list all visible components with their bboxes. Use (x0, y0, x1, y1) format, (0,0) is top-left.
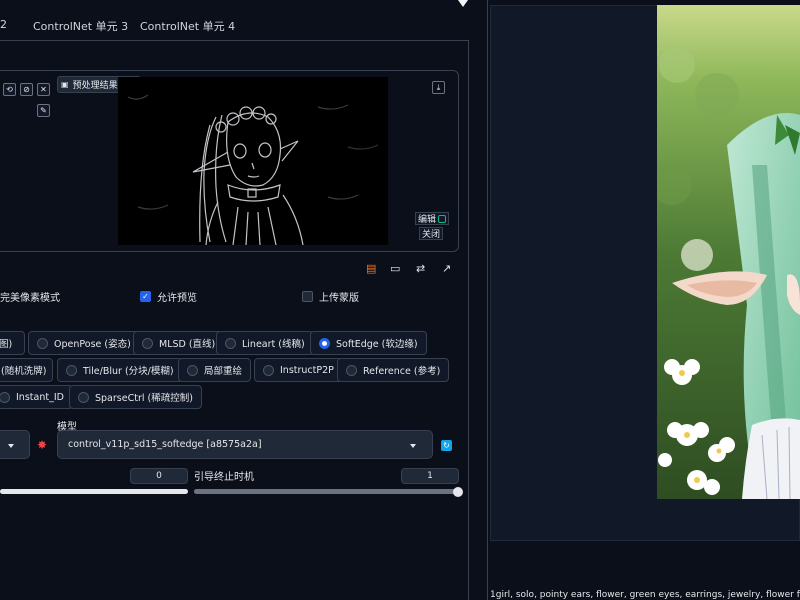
tab-unit-2[interactable]: 2 (0, 18, 7, 31)
starting-step-slider-fill (0, 489, 188, 494)
control-type-label: SoftEdge (软边缘) (336, 339, 418, 350)
camera-icon[interactable]: ▭ (390, 262, 400, 275)
tab-unit-4[interactable]: ControlNet 单元 4 (140, 18, 235, 34)
chevron-down-icon (8, 444, 14, 448)
control-type-radio[interactable] (225, 337, 236, 349)
refresh-models-icon[interactable]: ↻ (441, 440, 452, 451)
preprocessor-select[interactable] (0, 430, 30, 459)
close-button[interactable]: 关闭 (419, 227, 444, 240)
control-type-radio[interactable] (0, 391, 10, 403)
control-type-radio[interactable] (187, 364, 198, 376)
control-type-label: MLSD (直线) (159, 339, 216, 350)
pixel-perfect-label: 完美像素模式 (0, 293, 60, 304)
control-type-radio[interactable] (66, 364, 77, 376)
control-type-label: Reference (参考) (363, 366, 441, 377)
upload-mask-label: 上传蒙版 (319, 293, 359, 304)
control-type-label: SparseCtrl (稀疏控制) (95, 393, 193, 404)
control-type-option[interactable]: Lineart (线稿) (216, 331, 314, 355)
clear-icon[interactable]: ✕ (37, 83, 50, 96)
control-type-option[interactable]: Instant_ID (0, 385, 73, 409)
preprocessor-preview-image (118, 77, 388, 245)
document-icon[interactable]: ▤ (366, 262, 376, 275)
ending-control-step-input[interactable]: 1 (401, 468, 459, 484)
control-type-label: InstructP2P (280, 364, 334, 376)
control-type-option[interactable]: SparseCtrl (稀疏控制) (69, 385, 202, 409)
panel-divider (487, 0, 488, 600)
collapse-arrow-icon[interactable] (458, 0, 468, 7)
control-type-option[interactable]: (随机洗牌) (0, 358, 53, 382)
control-type-option[interactable]: 图) (0, 331, 25, 355)
control-type-radio[interactable] (346, 364, 357, 376)
control-type-option[interactable]: OpenPose (姿态) (28, 331, 140, 355)
control-type-label: (随机洗牌) (1, 366, 47, 377)
edit-button[interactable]: 编辑 (415, 212, 450, 225)
control-type-option[interactable]: Reference (参考) (337, 358, 450, 382)
control-type-option[interactable]: MLSD (直线) (133, 331, 225, 355)
ending-step-slider-thumb[interactable] (453, 487, 463, 497)
ending-control-step-label: 引导终止时机 (194, 472, 254, 483)
control-type-label: OpenPose (姿态) (54, 339, 131, 350)
pixel-perfect-option[interactable]: 完美像素模式 (0, 289, 60, 304)
control-type-radio[interactable] (142, 337, 153, 349)
control-weight-start-input[interactable]: 0 (130, 468, 188, 484)
brush-icon[interactable]: ⊘ (20, 83, 33, 96)
allow-preview-checkbox[interactable]: ✓ (140, 291, 151, 302)
control-type-label: Instant_ID (16, 391, 64, 403)
control-type-option[interactable]: InstructP2P (254, 358, 343, 382)
upload-mask-checkbox[interactable] (302, 291, 313, 302)
send-dimensions-icon[interactable]: ↗ (442, 262, 451, 275)
close-button-label: 关闭 (422, 230, 441, 240)
pen-icon[interactable]: ✎ (37, 104, 50, 117)
edit-button-label: 编辑 (418, 215, 437, 225)
swap-icon[interactable]: ⇄ (416, 262, 425, 275)
start-value: 0 (156, 471, 162, 481)
control-type-radio[interactable] (37, 337, 48, 349)
control-type-label: Tile/Blur (分块/模糊) (83, 366, 174, 377)
download-icon[interactable]: ⤓ (432, 81, 445, 94)
tab-unit-3[interactable]: ControlNet 单元 3 (33, 18, 128, 34)
generated-elf-girl-image (657, 5, 800, 499)
allow-preview-option[interactable]: ✓ 允许预览 (140, 289, 197, 304)
controlnet-panel: 2 ControlNet 单元 3 ControlNet 单元 4 ⟲ ⊘ ✕ … (0, 0, 480, 600)
run-preprocessor-icon[interactable]: ✸ (37, 438, 47, 452)
model-select-value: control_v11p_sd15_softedge [a8575a2a] (68, 439, 262, 450)
control-type-option[interactable]: 局部重绘 (178, 358, 252, 382)
image-icon: ▣ (61, 80, 69, 89)
chevron-down-icon (410, 444, 416, 448)
control-type-radio[interactable] (78, 391, 89, 403)
control-type-label: 图) (0, 339, 13, 350)
control-type-radio-selected[interactable] (319, 337, 330, 349)
undo-icon[interactable]: ⟲ (3, 83, 16, 96)
softedge-lineart-image (118, 77, 388, 245)
generated-image[interactable] (657, 5, 800, 499)
control-type-label: Lineart (线稿) (242, 339, 305, 350)
upload-mask-option[interactable]: 上传蒙版 (302, 289, 359, 304)
allow-preview-label: 允许预览 (157, 293, 197, 304)
model-select[interactable]: control_v11p_sd15_softedge [a8575a2a] (57, 430, 433, 459)
control-type-radio[interactable] (263, 364, 274, 376)
control-type-label: 局部重绘 (204, 366, 243, 377)
end-value: 1 (427, 471, 433, 481)
control-type-option[interactable]: Tile/Blur (分块/模糊) (57, 358, 183, 382)
control-type-option-selected[interactable]: SoftEdge (软边缘) (310, 331, 427, 355)
prompt-text: 1girl, solo, pointy ears, flower, green … (490, 590, 800, 600)
ending-step-slider-fill (194, 489, 458, 494)
edit-icon (438, 214, 447, 223)
